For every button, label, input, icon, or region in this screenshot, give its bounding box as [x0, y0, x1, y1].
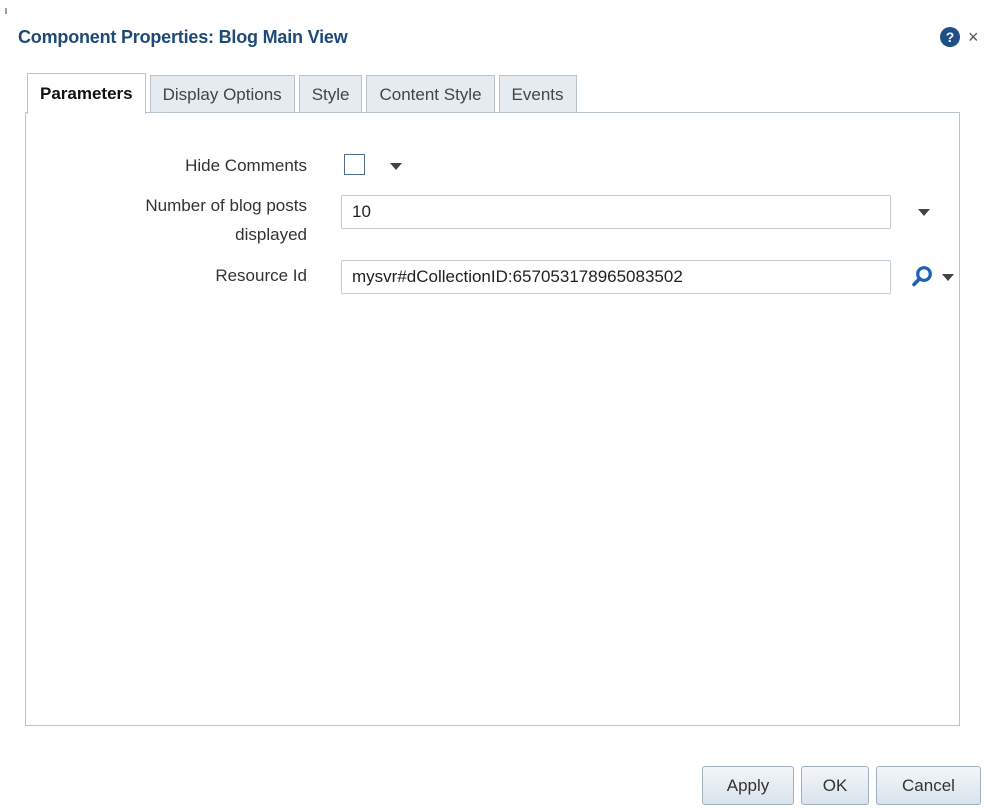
hide-comments-label: Hide Comments	[185, 156, 307, 175]
ok-button[interactable]: OK	[801, 766, 869, 805]
apply-button[interactable]: Apply	[702, 766, 794, 805]
search-icon[interactable]	[911, 265, 933, 287]
cancel-button[interactable]: Cancel	[876, 766, 981, 805]
corner-mark	[5, 8, 7, 14]
tab-events[interactable]: Events	[498, 75, 577, 113]
num-posts-options-arrow-icon[interactable]	[918, 209, 930, 216]
tab-display-options[interactable]: Display Options	[149, 75, 295, 113]
hide-comments-checkbox[interactable]	[344, 154, 365, 175]
resource-id-options-arrow-icon[interactable]	[942, 274, 954, 281]
num-posts-label-line2: displayed	[235, 225, 307, 244]
num-posts-label-line1: Number of blog posts	[145, 196, 307, 215]
parameters-panel: Hide Comments Number of blog posts displ…	[25, 112, 960, 726]
dialog-title: Component Properties: Blog Main View	[18, 27, 348, 47]
tab-bar: Parameters Display Options Style Content…	[27, 73, 581, 114]
num-posts-input[interactable]	[341, 195, 891, 229]
resource-id-label: Resource Id	[215, 266, 307, 285]
tab-parameters[interactable]: Parameters	[27, 73, 146, 114]
close-icon[interactable]: ×	[968, 27, 979, 47]
help-icon[interactable]: ?	[940, 27, 960, 47]
component-properties-dialog: Component Properties: Blog Main View ? ×…	[0, 0, 987, 811]
resource-id-input[interactable]	[341, 260, 891, 294]
tab-style[interactable]: Style	[298, 75, 363, 113]
tab-content-style[interactable]: Content Style	[366, 75, 495, 113]
hide-comments-options-arrow-icon[interactable]	[390, 163, 402, 170]
